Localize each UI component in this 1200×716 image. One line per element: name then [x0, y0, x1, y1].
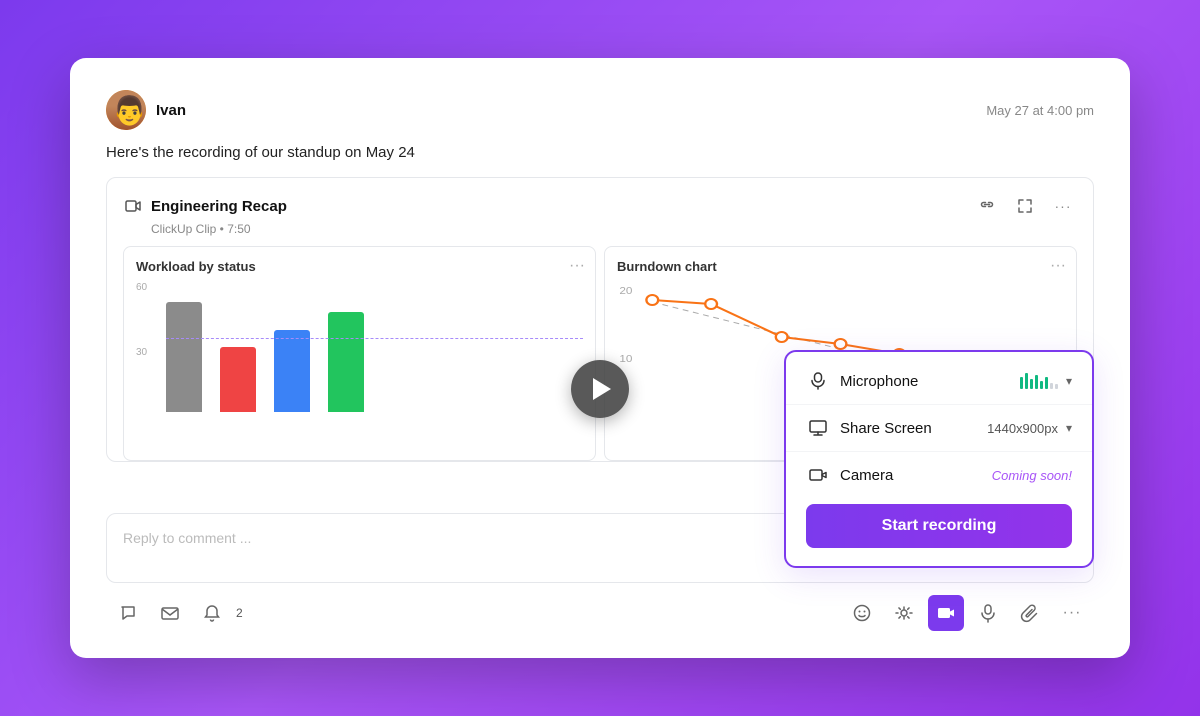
camera-value: Coming soon! — [992, 468, 1072, 483]
bar-blue — [274, 330, 310, 412]
play-button[interactable] — [571, 360, 629, 418]
video-record-icon[interactable] — [928, 595, 964, 631]
mic-bar-5 — [1040, 381, 1043, 389]
recording-popup: Microphone ▾ Share Sc — [784, 350, 1094, 568]
microphone-popup-icon — [806, 372, 830, 390]
mail-icon[interactable] — [152, 595, 188, 631]
clip-actions: ··· — [973, 192, 1077, 220]
mic-bar-7 — [1050, 383, 1053, 389]
expand-icon[interactable] — [1011, 192, 1039, 220]
share-screen-chevron-icon[interactable]: ▾ — [1066, 421, 1072, 435]
dashed-line — [166, 338, 583, 339]
burndown-more-icon[interactable]: ··· — [1050, 257, 1066, 275]
share-screen-value: 1440x900px ▾ — [987, 421, 1072, 436]
mic-bar-3 — [1030, 379, 1033, 389]
workload-more-icon[interactable]: ··· — [569, 257, 585, 275]
workload-chart: Workload by status ··· 60 30 — [123, 246, 596, 461]
bar-red — [220, 347, 256, 412]
burndown-chart-title: Burndown chart — [617, 259, 1064, 274]
popup-divider-1 — [786, 404, 1092, 405]
toolbar: 2 ··· — [106, 595, 1094, 631]
microphone-chevron-icon[interactable]: ▾ — [1066, 374, 1072, 388]
bell-icon[interactable] — [194, 595, 230, 631]
popup-divider-2 — [786, 451, 1092, 452]
mic-bar-4 — [1035, 375, 1038, 389]
start-recording-button[interactable]: Start recording — [806, 504, 1072, 548]
more-toolbar-icon[interactable]: ··· — [1054, 595, 1090, 631]
svg-text:20: 20 — [619, 286, 632, 297]
mic-bar-2 — [1025, 373, 1028, 389]
post-header-left: Ivan — [106, 90, 186, 130]
comment-placeholder: Reply to comment ... — [123, 530, 251, 546]
bar-y-label-60: 60 — [136, 282, 147, 293]
reaction-icon[interactable] — [886, 595, 922, 631]
clip-header: Engineering Recap ··· — [123, 192, 1077, 220]
video-clip-icon — [123, 196, 143, 216]
bar-y-label-30: 30 — [136, 347, 147, 358]
attachment-icon[interactable] — [1012, 595, 1048, 631]
microphone-label: Microphone — [840, 373, 1020, 390]
clip-title: Engineering Recap — [151, 198, 287, 215]
camera-row: Camera Coming soon! — [806, 466, 1072, 484]
main-card: Ivan May 27 at 4:00 pm Here's the record… — [70, 58, 1130, 658]
mic-bars — [1020, 373, 1058, 389]
share-screen-row: Share Screen 1440x900px ▾ — [806, 419, 1072, 437]
camera-popup-icon — [806, 466, 830, 484]
post-message: Here's the recording of our standup on M… — [106, 144, 1094, 161]
clip-meta: ClickUp Clip • 7:50 — [151, 222, 1077, 236]
microphone-icon[interactable] — [970, 595, 1006, 631]
bar-chart: 60 30 — [136, 282, 583, 422]
post-header: Ivan May 27 at 4:00 pm — [106, 90, 1094, 130]
camera-label: Camera — [840, 467, 992, 484]
microphone-row: Microphone ▾ — [806, 372, 1072, 390]
clip-title-row: Engineering Recap — [123, 196, 287, 216]
notification-count: 2 — [236, 606, 243, 620]
resolution-text: 1440x900px — [987, 421, 1058, 436]
bar-y-axis: 60 30 — [136, 282, 147, 412]
play-overlay — [571, 360, 629, 418]
play-triangle-icon — [593, 378, 611, 400]
mic-bar-8 — [1055, 384, 1058, 389]
share-screen-label: Share Screen — [840, 420, 987, 437]
link-icon[interactable] — [973, 192, 1001, 220]
bar-green — [328, 312, 364, 412]
mic-bar-6 — [1045, 377, 1048, 389]
microphone-value: ▾ — [1020, 373, 1072, 389]
author-name: Ivan — [156, 102, 186, 119]
post-time: May 27 at 4:00 pm — [986, 103, 1094, 118]
avatar — [106, 90, 146, 130]
workload-chart-title: Workload by status — [136, 259, 583, 274]
mic-bar-1 — [1020, 377, 1023, 389]
coming-soon-text: Coming soon! — [992, 468, 1072, 483]
bar-gray — [166, 302, 202, 412]
more-options-icon[interactable]: ··· — [1049, 192, 1077, 220]
emoji-icon[interactable] — [844, 595, 880, 631]
chat-icon[interactable] — [110, 595, 146, 631]
share-screen-popup-icon — [806, 419, 830, 437]
